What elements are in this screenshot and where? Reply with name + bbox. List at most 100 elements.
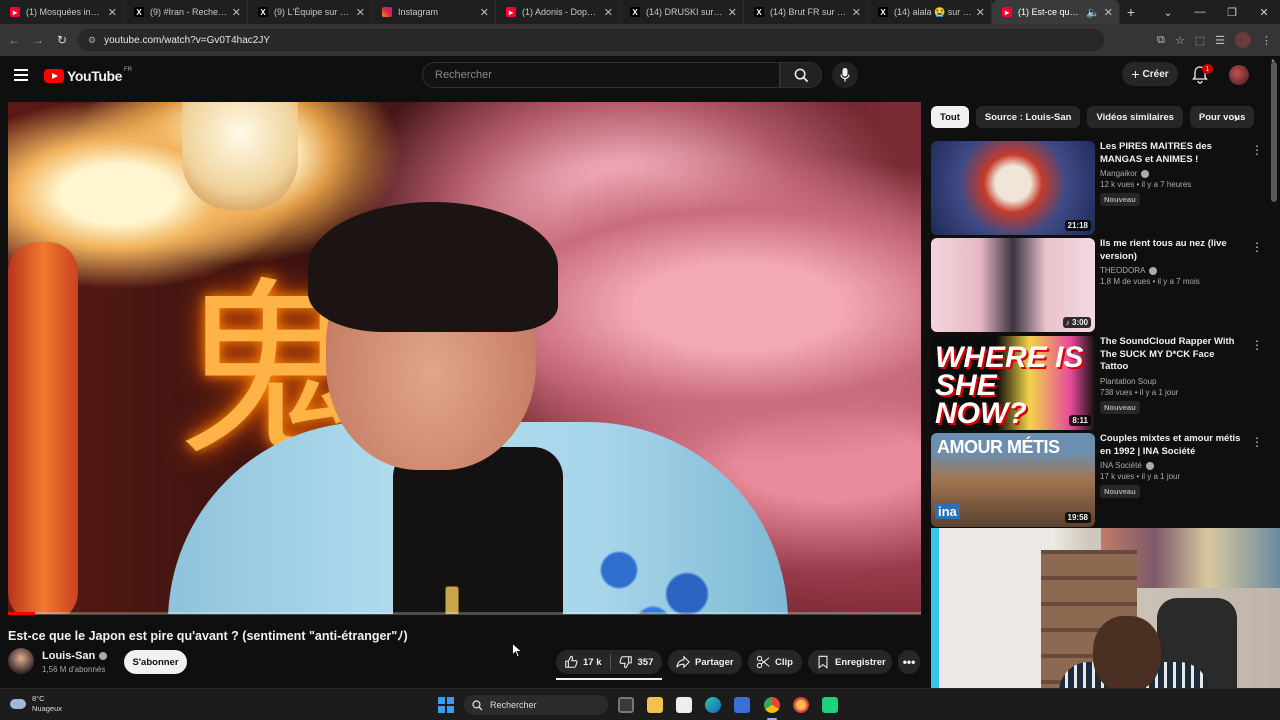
save-button[interactable]: Enregistrer (808, 650, 892, 674)
browser-tab[interactable]: ▸ (1) Mosquées incendi ✕ (0, 0, 124, 24)
browser-tab[interactable]: Instagram ✕ (372, 0, 496, 24)
notepad-icon[interactable] (676, 697, 692, 713)
new-tab-button[interactable]: + (1120, 4, 1142, 20)
minimize-icon[interactable]: — (1184, 6, 1216, 18)
recommendation-channel[interactable]: INA Société (1100, 461, 1245, 470)
recommendation-item[interactable]: ♪ 3:00 Ils me rient tous au nez (live ve… (931, 238, 1263, 332)
browser-menu-icon[interactable]: ⋮ (1261, 34, 1272, 47)
browser-tab-active[interactable]: ▸ (1) Est-ce que le 🔈 ✕ (992, 0, 1120, 24)
video-thumbnail[interactable]: WHERE IS SHE NOW? 8:11 (931, 336, 1095, 430)
recommendation-title[interactable]: The SoundCloud Rapper With The SUCK MY D… (1100, 336, 1245, 374)
browser-tab[interactable]: X (14) DRUSKI sur X : " ✕ (620, 0, 744, 24)
share-button[interactable]: Partager (668, 650, 742, 674)
forward-arrow-icon[interactable]: → (26, 33, 50, 47)
kebab-menu-icon[interactable]: ⋮ (1251, 240, 1263, 254)
browser-tab[interactable]: X (14) alala 😭 sur X : " ✕ (868, 0, 992, 24)
close-window-icon[interactable]: ✕ (1248, 6, 1280, 19)
browser-tab[interactable]: X (9) L'Équipe sur X : "I ✕ (248, 0, 372, 24)
clip-button[interactable]: Clip (748, 650, 802, 674)
more-actions-icon[interactable]: ••• (898, 650, 920, 674)
back-arrow-icon[interactable]: ← (2, 33, 26, 47)
bookmark-star-icon[interactable]: ☆ (1175, 34, 1185, 47)
new-badge: Nouveau (1100, 485, 1140, 498)
close-tab-icon[interactable]: ✕ (852, 6, 861, 19)
youtube-logo[interactable]: YouTube FR (44, 67, 132, 84)
recommendation-details: The SoundCloud Rapper With The SUCK MY D… (1100, 336, 1245, 415)
close-tab-icon[interactable]: ✕ (480, 6, 489, 19)
recommendation-channel[interactable]: THEODORA (1100, 266, 1245, 275)
recommendation-item[interactable]: WHERE IS SHE NOW? 8:11 The SoundCloud Ra… (931, 336, 1263, 430)
dislike-button[interactable]: 357 (619, 655, 653, 669)
like-button[interactable]: 17 k (564, 655, 602, 669)
instagram-icon (382, 7, 392, 17)
page-scrollbar-thumb[interactable] (1271, 62, 1277, 202)
browser-tab[interactable]: X (14) Brut FR sur X : " ✕ (744, 0, 868, 24)
tab-search-icon[interactable]: ⌄ (1152, 6, 1184, 19)
kebab-menu-icon[interactable]: ⋮ (1251, 338, 1263, 352)
webcam-person (1093, 616, 1161, 692)
microphone-icon (840, 68, 850, 82)
voice-search-button[interactable] (832, 62, 858, 88)
close-tab-icon[interactable]: ✕ (1104, 6, 1113, 19)
chip-for-you[interactable]: Pour vous (1189, 106, 1255, 128)
plus-icon: + (1131, 66, 1140, 82)
account-avatar[interactable] (1229, 65, 1249, 85)
extensions-icon[interactable]: ⬚ (1195, 34, 1205, 47)
close-tab-icon[interactable]: ✕ (356, 6, 365, 19)
install-icon[interactable]: ⧉ (1157, 34, 1165, 47)
channel-name[interactable]: Louis-San (42, 650, 108, 662)
kebab-menu-icon[interactable]: ⋮ (1251, 435, 1263, 449)
microsoft-store-icon[interactable] (734, 697, 750, 713)
maximize-icon[interactable]: ❐ (1216, 6, 1248, 19)
edge-browser-icon[interactable] (705, 697, 721, 713)
hamburger-menu-icon[interactable] (14, 69, 28, 81)
youtube-wordmark: YouTube (67, 68, 123, 84)
profile-avatar[interactable] (1235, 32, 1251, 48)
kebab-menu-icon[interactable]: ⋮ (1251, 143, 1263, 157)
recommendation-title[interactable]: Les PIRES MAITRES des MANGAS et ANIMES ! (1100, 141, 1245, 166)
channel-avatar[interactable] (8, 648, 34, 674)
subscribe-button[interactable]: S'abonner (124, 650, 187, 674)
create-button[interactable]: + Créer (1122, 62, 1178, 86)
recommendation-item[interactable]: 21:18 Les PIRES MAITRES des MANGAS et AN… (931, 141, 1263, 235)
site-info-icon[interactable]: ⚙ (88, 35, 96, 46)
close-tab-icon[interactable]: ✕ (728, 6, 737, 19)
file-explorer-icon[interactable] (647, 697, 663, 713)
video-progress-bar[interactable] (8, 612, 921, 615)
browser-tab[interactable]: X (9) #Iran - Recherche ✕ (124, 0, 248, 24)
chevron-right-icon[interactable]: › (1234, 110, 1238, 125)
close-tab-icon[interactable]: ✕ (232, 6, 241, 19)
verified-icon (1141, 169, 1150, 178)
close-tab-icon[interactable]: ✕ (604, 6, 613, 19)
chip-all[interactable]: Tout (931, 106, 969, 128)
firefox-browser-icon[interactable] (793, 697, 809, 713)
task-view-icon[interactable] (618, 697, 634, 713)
thumbs-up-icon (565, 655, 578, 668)
close-tab-icon[interactable]: ✕ (108, 6, 117, 19)
recommendation-channel[interactable]: Mangaikor (1100, 169, 1245, 178)
windows-start-icon[interactable] (438, 697, 454, 713)
video-thumbnail[interactable]: AMOUR MÉTIS ina 19:58 (931, 433, 1095, 527)
speaker-icon[interactable]: 🔈 (1086, 6, 1100, 19)
recommendation-channel[interactable]: Plantation Soup (1100, 377, 1245, 386)
recommendation-title[interactable]: Ils me rient tous au nez (live version) (1100, 238, 1245, 263)
video-thumbnail[interactable]: ♪ 3:00 (931, 238, 1095, 332)
address-bar[interactable]: ⚙ youtube.com/watch?v=Gv0T4hac2JY (78, 29, 1104, 51)
create-label: Créer (1142, 68, 1169, 80)
video-player[interactable]: 鬼 (8, 102, 921, 614)
chrome-browser-icon[interactable] (764, 697, 780, 713)
taskbar-search[interactable]: Rechercher (464, 695, 608, 715)
recommendation-item[interactable]: AMOUR MÉTIS ina 19:58 Couples mixtes et … (931, 433, 1263, 527)
reload-icon[interactable]: ↻ (50, 33, 74, 47)
close-tab-icon[interactable]: ✕ (976, 6, 985, 19)
search-input[interactable]: Rechercher (422, 62, 780, 88)
video-thumbnail[interactable]: 21:18 (931, 141, 1095, 235)
weather-widget[interactable]: 8°C Nuageux (10, 694, 62, 714)
recommendation-title[interactable]: Couples mixtes et amour métis en 1992 | … (1100, 433, 1245, 458)
chip-source-channel[interactable]: Source : Louis-San (975, 106, 1081, 128)
browser-tab[interactable]: ▸ (1) Adonis - Dopés à ✕ (496, 0, 620, 24)
reading-list-icon[interactable]: ☰ (1215, 34, 1225, 47)
search-button[interactable] (780, 62, 822, 88)
chip-similar-videos[interactable]: Vidéos similaires (1087, 106, 1183, 128)
app-icon[interactable] (822, 697, 838, 713)
